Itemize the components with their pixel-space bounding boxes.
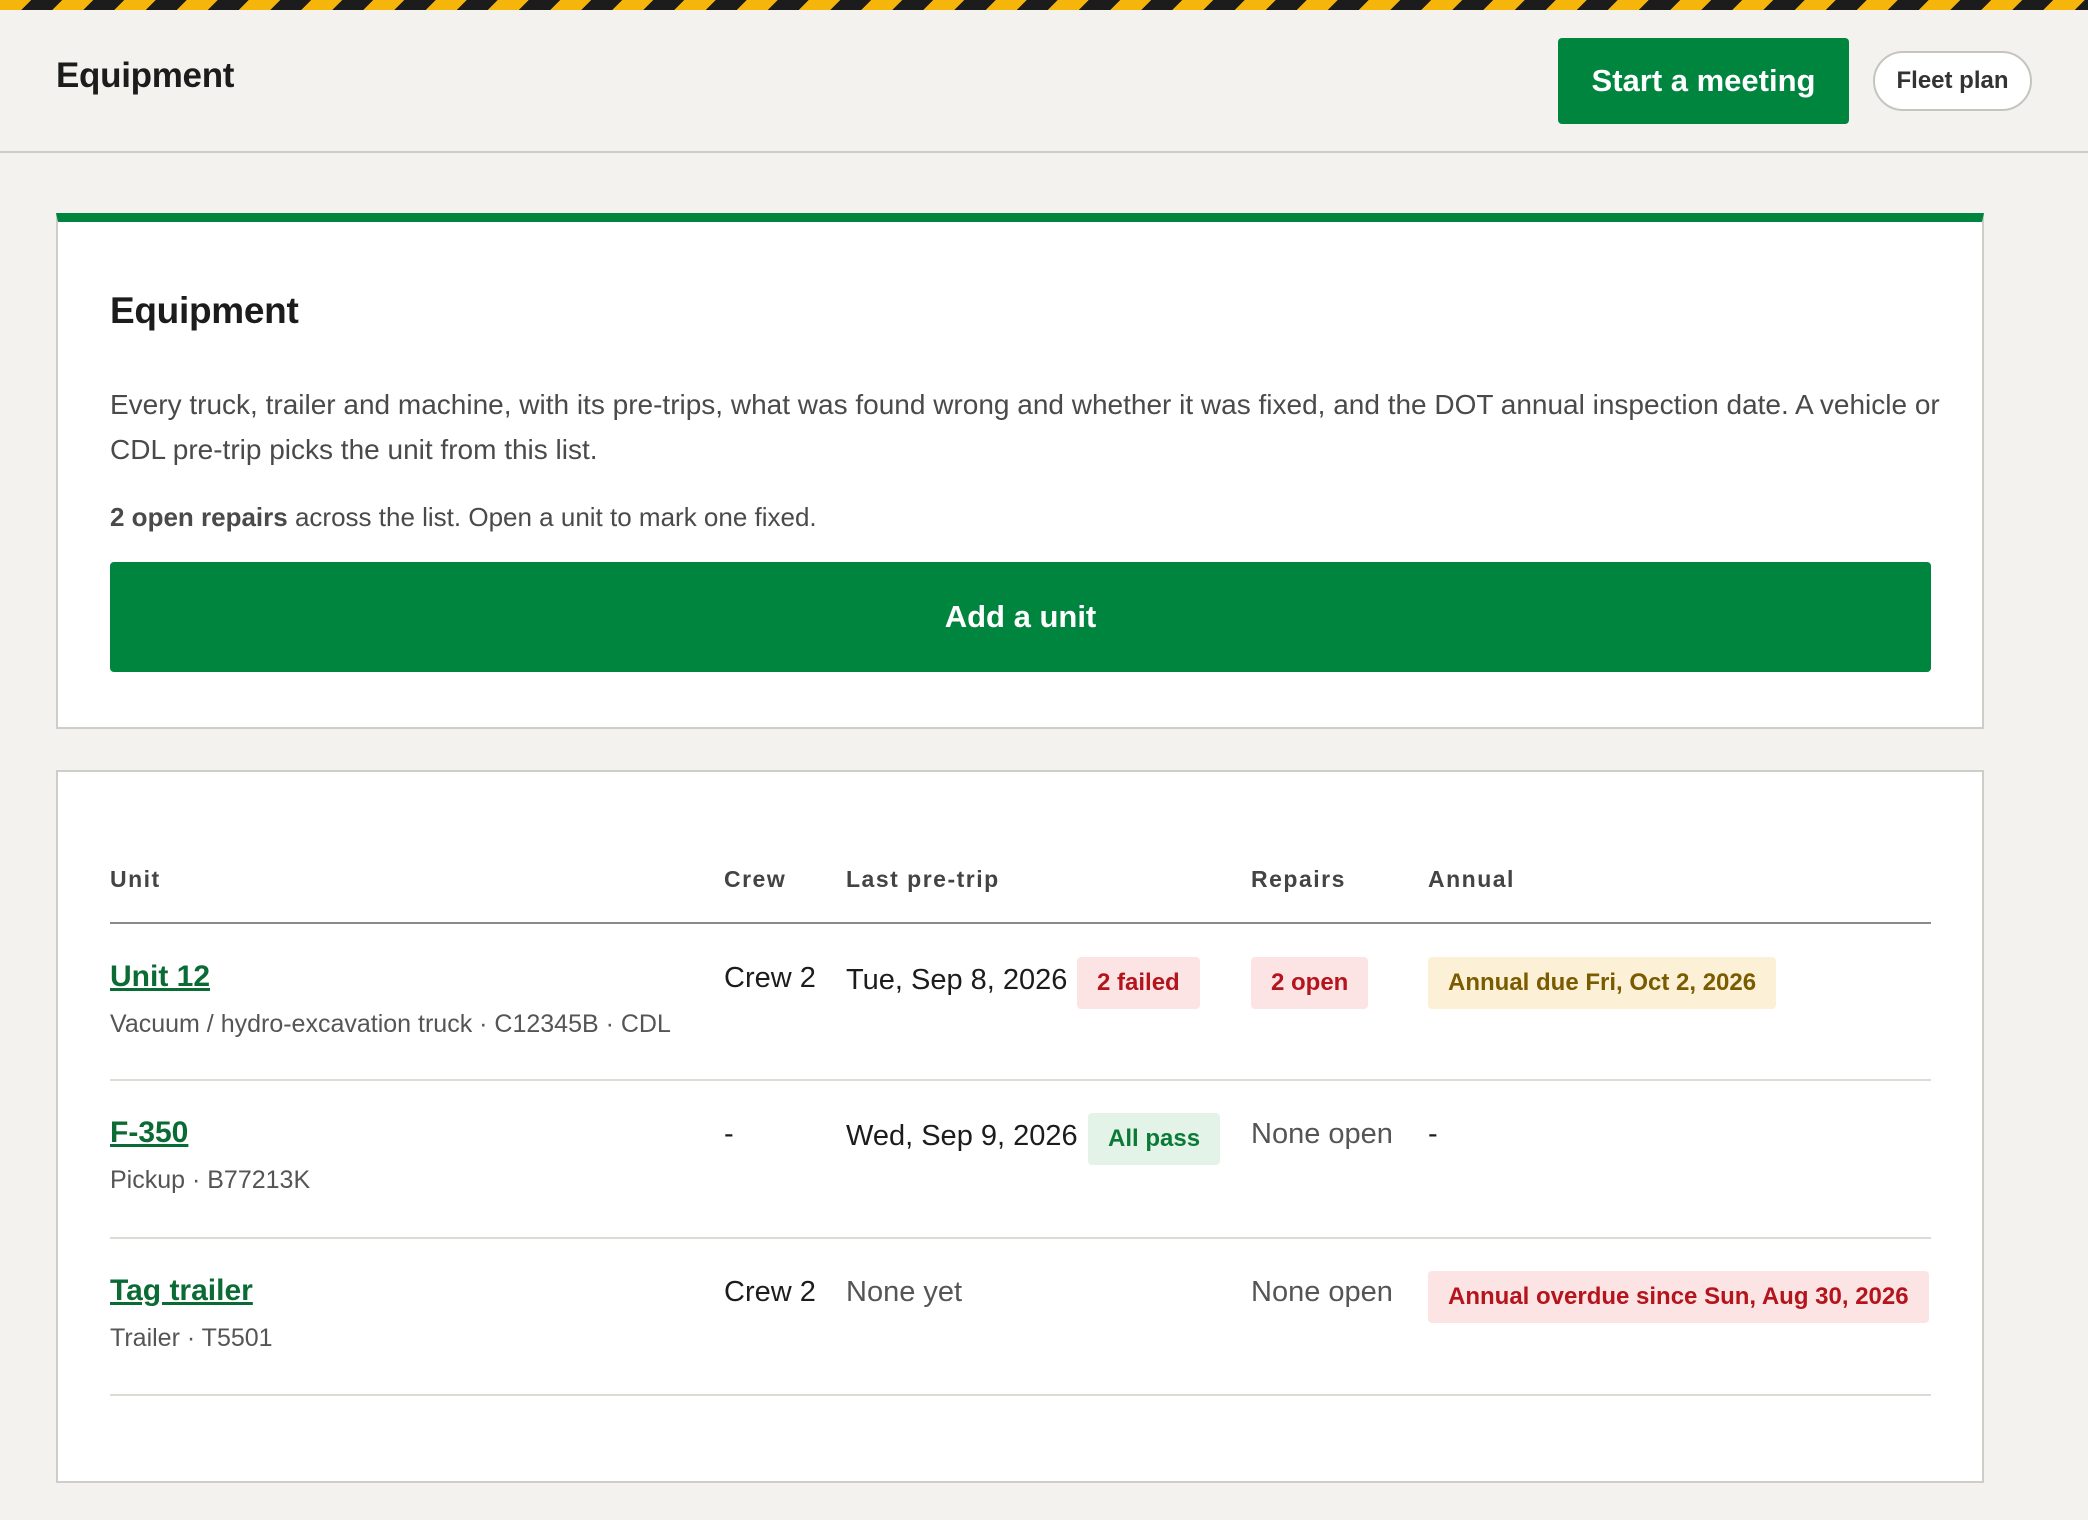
pretrip-status-badge: All pass xyxy=(1088,1113,1221,1165)
last-pretrip-date: Wed, Sep 9, 2026 xyxy=(846,1120,1078,1152)
start-meeting-button[interactable]: Start a meeting xyxy=(1558,38,1849,124)
app-title: Equipment xyxy=(56,56,235,95)
row-divider xyxy=(110,1237,1931,1239)
unit-link-unit-12[interactable]: Unit 12 xyxy=(110,960,210,994)
open-repairs-note: 2 open repairs across the list. Open a u… xyxy=(110,502,817,533)
crew-cell: Crew 2 xyxy=(724,962,816,994)
pretrip-status-badge: 2 failed xyxy=(1077,957,1200,1009)
last-pretrip-date: Tue, Sep 8, 2026 xyxy=(846,964,1068,996)
row-divider xyxy=(110,1394,1931,1396)
unit-details: Pickup · B77213K xyxy=(110,1166,311,1194)
equipment-table-panel: Unit Crew Last pre-trip Repairs Annual U… xyxy=(56,770,1984,1483)
annual-status-badge: Annual overdue since Sun, Aug 30, 2026 xyxy=(1428,1271,1929,1323)
unit-link-tag-trailer[interactable]: Tag trailer xyxy=(110,1274,253,1308)
column-header-crew: Crew xyxy=(724,866,787,892)
unit-details: Trailer · T5501 xyxy=(110,1324,273,1352)
column-header-unit: Unit xyxy=(110,866,161,892)
page-description: Every truck, trailer and machine, with i… xyxy=(110,389,1940,465)
top-bar: Equipment Start a meeting Fleet plan xyxy=(0,10,2088,153)
unit-details: Vacuum / hydro-excavation truck · C12345… xyxy=(110,1010,671,1038)
annual-status-badge: Annual due Fri, Oct 2, 2026 xyxy=(1428,957,1777,1009)
crew-cell: - xyxy=(724,1118,734,1150)
hazard-stripe xyxy=(0,0,2088,10)
fleet-plan-button[interactable]: Fleet plan xyxy=(1873,51,2032,111)
last-pretrip-date: None yet xyxy=(846,1276,963,1308)
page-title: Equipment xyxy=(110,290,299,331)
annual-status: - xyxy=(1428,1118,1438,1150)
repairs-status: None open xyxy=(1251,1118,1393,1150)
unit-link-f-350[interactable]: F-350 xyxy=(110,1116,188,1150)
table-header-divider xyxy=(110,922,1931,924)
open-repairs-count: 2 open repairs xyxy=(110,502,288,532)
crew-cell: Crew 2 xyxy=(724,1276,816,1308)
repairs-status-badge: 2 open xyxy=(1251,957,1369,1009)
row-divider xyxy=(110,1079,1931,1081)
add-unit-button[interactable]: Add a unit xyxy=(110,562,1931,672)
open-repairs-note-text: across the list. Open a unit to mark one… xyxy=(287,502,817,532)
column-header-last-pretrip: Last pre-trip xyxy=(846,866,1000,892)
column-header-annual: Annual xyxy=(1428,866,1515,892)
column-header-repairs: Repairs xyxy=(1251,866,1346,892)
repairs-status: None open xyxy=(1251,1276,1393,1308)
equipment-intro-panel: Equipment Every truck, trailer and machi… xyxy=(56,213,1984,729)
